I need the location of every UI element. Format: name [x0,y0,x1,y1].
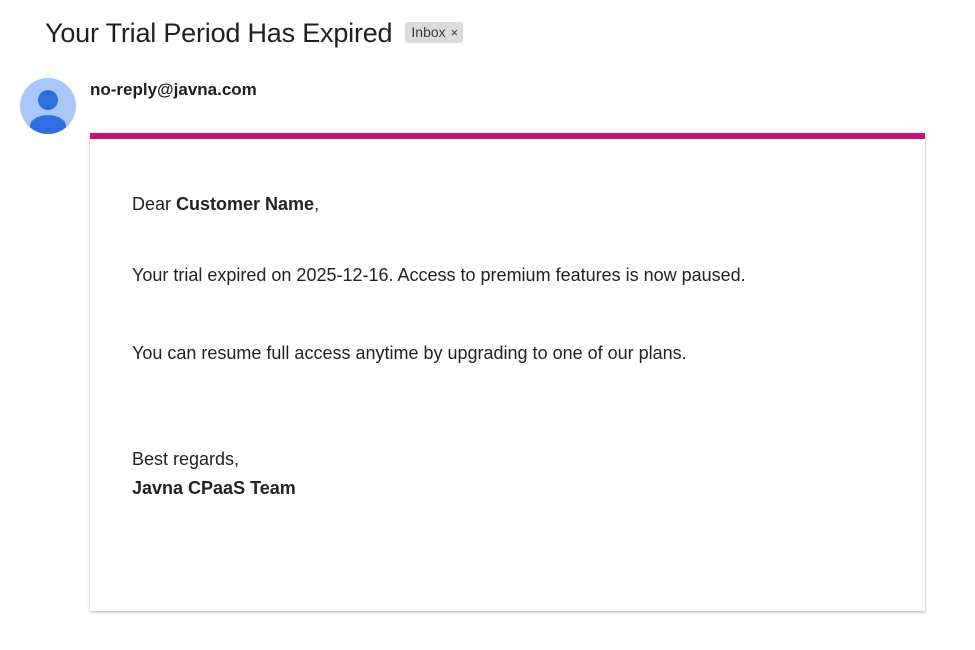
greeting-suffix: , [314,194,320,214]
sender-avatar[interactable] [20,78,76,134]
greeting: Dear Customer Name, [132,191,319,217]
signoff: Best regards, [132,449,240,469]
sender-address[interactable]: no-reply@javna.com [90,80,257,100]
email-view: Your Trial Period Has Expired Inbox × no… [0,0,975,650]
remove-label-icon[interactable]: × [451,26,459,39]
team-signature: Javna CPaaS Team [132,478,296,498]
person-icon [30,90,66,134]
greeting-prefix: Dear [132,194,177,214]
upgrade-text: You can resume full access anytime by up… [132,343,687,363]
customer-name: Customer Name [176,194,315,214]
message-body: Dear Customer Name, Your trial expired o… [90,133,925,611]
subject-row: Your Trial Period Has Expired Inbox × [45,14,464,52]
inbox-label-chip[interactable]: Inbox × [405,21,464,43]
email-subject: Your Trial Period Has Expired [45,17,393,48]
label-chip-text: Inbox [411,24,446,40]
trial-expired-text: Your trial expired on 2025-12-16. Access… [132,265,746,285]
